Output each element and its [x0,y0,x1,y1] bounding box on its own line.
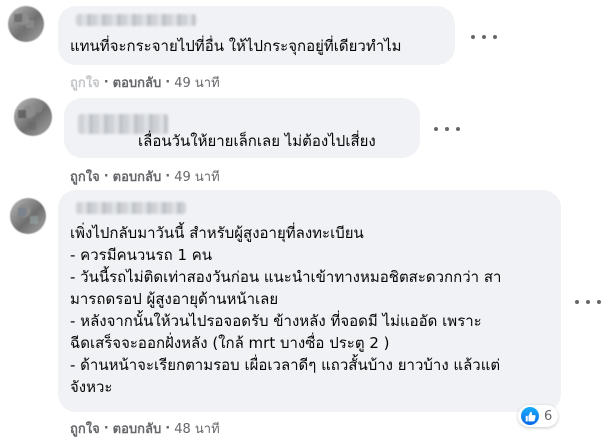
comment-text: เลื่อนวันให้ยายเล็กเลย ไม่ต้องไปเสี่ยง [138,132,376,150]
comment-text-line: - วันนี้รถไม่ติดเท่าสองวันก่อน แนะนำเข้า… [70,268,502,286]
avatar[interactable] [10,198,46,234]
comment-text-line: - ควรมีคนวนรถ 1 คน [70,246,213,264]
reaction-summary[interactable]: 6 [518,405,559,427]
more-options-button[interactable] [434,119,460,139]
like-button[interactable]: ถูกใจ [70,418,100,439]
comment-text-line: มารถดรอป ผู้สูงอายุด้านหน้าเลย [70,290,279,308]
comment-actions: ถูกใจ · ตอบกลับ · 49 นาที [70,72,220,93]
reaction-count: 6 [544,408,553,424]
timestamp[interactable]: 48 นาที [174,418,219,439]
comment-bubble: แทนที่จะกระจายไปที่อื่น ให้ไปกระจุกอยู่ท… [58,6,455,65]
avatar[interactable] [14,98,52,136]
comment-text-line: เพิ่งไปกลับมาวันนี้ สำหรับผู้สูงอายุที่ล… [70,224,364,242]
like-button[interactable]: ถูกใจ [70,72,100,93]
reply-button[interactable]: ตอบกลับ [113,72,162,93]
timestamp[interactable]: 49 นาที [174,72,219,93]
comment-text-line: ฉีดเสร็จจะออกฝั่งหลัง (ใกล้ mrt บางซื่อ … [70,334,390,352]
like-button[interactable]: ถูกใจ [70,166,100,187]
timestamp[interactable]: 49 นาที [174,166,219,187]
comment-text: แทนที่จะกระจายไปที่อื่น ให้ไปกระจุกอยู่ท… [70,37,402,55]
comment-bubble: เลื่อนวันให้ยายเล็กเลย ไม่ต้องไปเสี่ยง [64,98,420,158]
reply-button[interactable]: ตอบกลับ [113,418,162,439]
comment-text-line: จังหวะ [70,378,113,396]
comment-actions: ถูกใจ · ตอบกลับ · 49 นาที [70,166,220,187]
more-options-button[interactable] [471,27,497,47]
comment-text-line: - ด้านหน้าจะเรียกตามรอบ เผื่อเวลาดีๆ แถว… [70,356,501,374]
comment-text-line: - หลังจากนั้นให้วนไปรอจอดรับ ข้างหลัง ที… [70,312,482,330]
comment-bubble: เพิ่งไปกลับมาวันนี้ สำหรับผู้สูงอายุที่ล… [58,190,561,412]
reply-button[interactable]: ตอบกลับ [113,166,162,187]
thumbs-up-icon [521,407,539,425]
comment-actions: ถูกใจ · ตอบกลับ · 48 นาที [70,418,220,439]
commenter-name-blurred [76,14,196,26]
avatar[interactable] [8,6,44,42]
more-options-button[interactable] [575,292,601,312]
commenter-name-blurred [76,202,186,214]
